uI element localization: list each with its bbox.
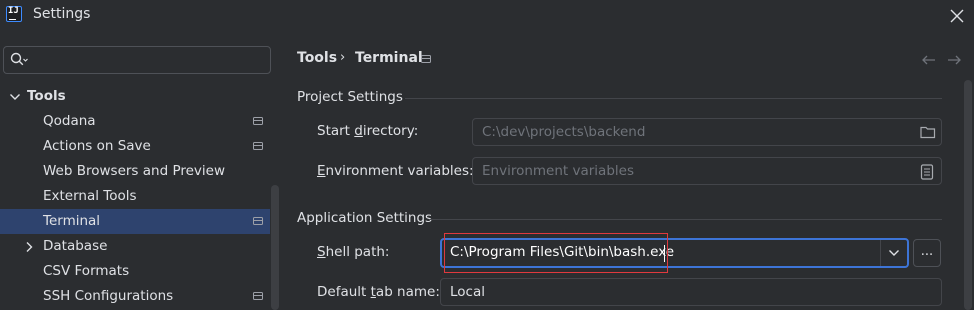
arrow-right-icon	[948, 55, 961, 65]
search-icon	[9, 51, 29, 69]
section-divider	[405, 98, 942, 99]
project-settings-title: Project Settings	[297, 89, 403, 105]
default-tab-name-input[interactable]: Local	[440, 278, 942, 306]
intellij-logo-icon: IJ	[6, 6, 22, 22]
project-level-icon	[421, 55, 431, 63]
sidebar-item-label: Terminal	[43, 213, 101, 229]
breadcrumb-tools[interactable]: Tools	[297, 50, 337, 66]
chevron-down-icon	[10, 94, 20, 100]
default-tab-name-label: Default tab name:	[317, 284, 440, 300]
sidebar-item-actions-on-save[interactable]: Actions on Save	[0, 134, 270, 159]
project-level-icon	[253, 292, 263, 300]
back-button[interactable]	[921, 53, 937, 67]
chevron-right-icon[interactable]	[24, 241, 34, 253]
project-level-icon	[253, 117, 263, 125]
sidebar-item-label: Qodana	[43, 113, 96, 129]
project-level-icon	[253, 217, 263, 225]
default-tab-name-value: Local	[450, 284, 485, 300]
window-title: Settings	[33, 6, 91, 22]
chevron-down-icon[interactable]	[888, 248, 900, 258]
edit-list-icon[interactable]	[920, 164, 934, 180]
browse-button[interactable]: ...	[913, 239, 941, 267]
content-scrollbar[interactable]	[962, 80, 974, 310]
sidebar-item-label: CSV Formats	[43, 263, 130, 279]
highlight-box	[444, 233, 668, 273]
sidebar-item-label: Database	[43, 238, 108, 254]
sidebar-item-terminal[interactable]: Terminal	[0, 209, 270, 234]
sidebar-item-label: Actions on Save	[43, 138, 151, 154]
sidebar-item-label: SSH Configurations	[43, 288, 174, 304]
close-icon	[950, 9, 964, 23]
settings-search-input[interactable]	[3, 46, 271, 74]
title-bar	[0, 0, 974, 32]
sidebar-item-ssh-configurations[interactable]: SSH Configurations	[0, 284, 270, 309]
section-divider	[430, 219, 942, 220]
sidebar-group-label: Tools	[27, 88, 66, 104]
start-directory-value: C:\dev\projects\backend	[482, 124, 646, 140]
application-settings-title: Application Settings	[297, 210, 433, 226]
sidebar-item-database[interactable]: Database	[0, 234, 270, 259]
shell-path-label: Shell path:	[317, 244, 390, 260]
project-level-icon	[253, 142, 263, 150]
environment-variables-placeholder: Environment variables	[482, 163, 634, 179]
sidebar-item-label: Web Browsers and Preview	[43, 163, 225, 179]
environment-variables-field[interactable]: Environment variables	[472, 157, 942, 185]
forward-button[interactable]	[946, 53, 962, 67]
dropdown-separator	[880, 240, 881, 266]
environment-variables-label: Environment variables:	[317, 163, 474, 179]
sidebar-item-external-tools[interactable]: External Tools	[0, 184, 270, 209]
sidebar-item-web-browsers[interactable]: Web Browsers and Preview	[0, 159, 270, 184]
start-directory-label: Start directory:	[317, 123, 419, 139]
sidebar-item-qodana[interactable]: Qodana	[0, 109, 270, 134]
breadcrumb-separator: ›	[340, 50, 346, 65]
sidebar-scrollbar[interactable]	[271, 185, 279, 310]
sidebar-item-csv-formats[interactable]: CSV Formats	[0, 259, 270, 284]
breadcrumb-terminal: Terminal	[355, 50, 423, 66]
sidebar-item-label: External Tools	[43, 188, 137, 204]
arrow-left-icon	[922, 55, 935, 65]
sidebar-group-tools[interactable]: Tools	[0, 84, 270, 109]
folder-icon[interactable]	[920, 125, 936, 139]
start-directory-field[interactable]: C:\dev\projects\backend	[472, 118, 942, 146]
close-button[interactable]	[948, 7, 966, 25]
